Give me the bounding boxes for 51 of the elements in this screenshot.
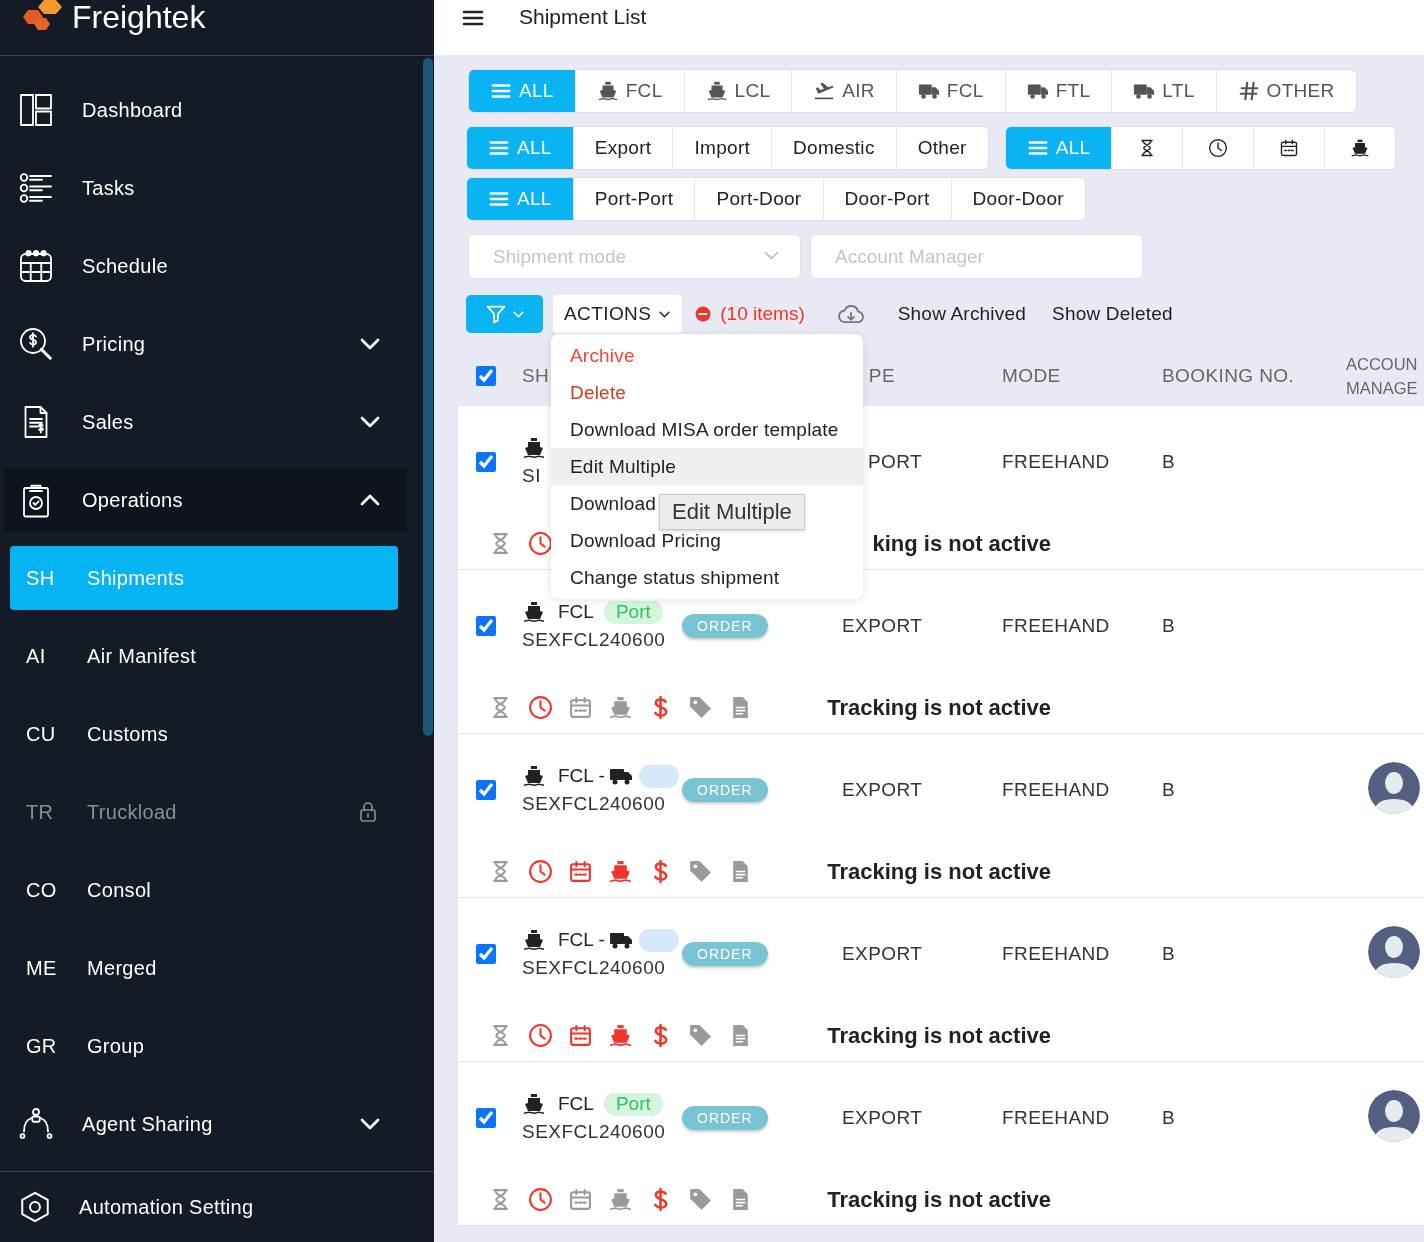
service-label: FCL -	[558, 929, 605, 951]
table-cell-text: B	[1162, 1107, 1177, 1129]
route-tag: Port	[603, 601, 663, 624]
selection-count: (10 items)	[720, 303, 805, 325]
tracking-status: king is not active	[871, 530, 1051, 557]
nav-abbreviation: CO	[26, 878, 58, 902]
table-cell-text: PORT	[866, 451, 922, 473]
nav-abbreviation: ME	[26, 956, 58, 980]
table-cell-text: B	[1162, 943, 1177, 965]
table-cell: EXPORT	[842, 615, 922, 637]
status-badge: ORDER	[682, 1106, 768, 1130]
nav-abbreviation: GR	[26, 1034, 58, 1058]
service-label: FCL	[558, 601, 594, 623]
status-badge: ORDER	[682, 614, 768, 638]
table-cell-text: B	[1162, 615, 1177, 637]
tracking-status: Tracking is not active	[826, 1186, 1051, 1213]
tracking-status: Tracking is not active	[826, 858, 1051, 885]
table-cell-text: FREEHAND	[1002, 615, 1111, 637]
table-cell: EXPORT	[842, 1107, 922, 1129]
table-cell-text: FREEHAND	[1002, 1107, 1111, 1129]
column-header: MODE	[1002, 364, 1062, 388]
status-badge: ORDER	[682, 942, 768, 966]
shipment-code: SEXFCL240600	[522, 793, 666, 815]
service-label: FCL -	[558, 765, 605, 787]
shipment-code: SEXFCL240600	[522, 629, 666, 651]
nav-abbreviation: AI	[26, 644, 47, 668]
nav-abbreviation: CU	[26, 722, 57, 746]
table-cell-text: FREEHAND	[1002, 779, 1111, 801]
table-cell: EXPORT	[842, 943, 922, 965]
brand-name: Freightek	[72, 0, 206, 34]
shipment-code: SI	[522, 465, 541, 487]
table-cell-text: B	[1162, 779, 1177, 801]
status-badge: ORDER	[682, 778, 768, 802]
tracking-status: Tracking is not active	[826, 1022, 1051, 1049]
shipment-code: SEXFCL240600	[522, 1121, 666, 1143]
nav-abbreviation: TR	[26, 800, 55, 824]
table-cell: EXPORT	[842, 779, 922, 801]
page-title: Shipment List	[519, 5, 647, 30]
column-header: BOOKING NO.	[1162, 364, 1296, 388]
route-tag: Port	[603, 1093, 663, 1116]
shipment-code: SEXFCL240600	[522, 957, 666, 979]
table-cell-text: B	[1162, 451, 1177, 473]
tooltip: Edit Multiple	[659, 494, 805, 530]
table-cell-text: FREEHAND	[1002, 451, 1111, 473]
service-label: FCL	[558, 1093, 594, 1115]
column-header: ACCOUN MANAGE	[1346, 354, 1419, 399]
column-header: PE	[867, 364, 895, 388]
column-header: SH	[522, 364, 551, 388]
nav-abbreviation: SH	[26, 566, 56, 590]
table-cell-text: FREEHAND	[1002, 943, 1111, 965]
tracking-status: Tracking is not active	[826, 694, 1051, 721]
